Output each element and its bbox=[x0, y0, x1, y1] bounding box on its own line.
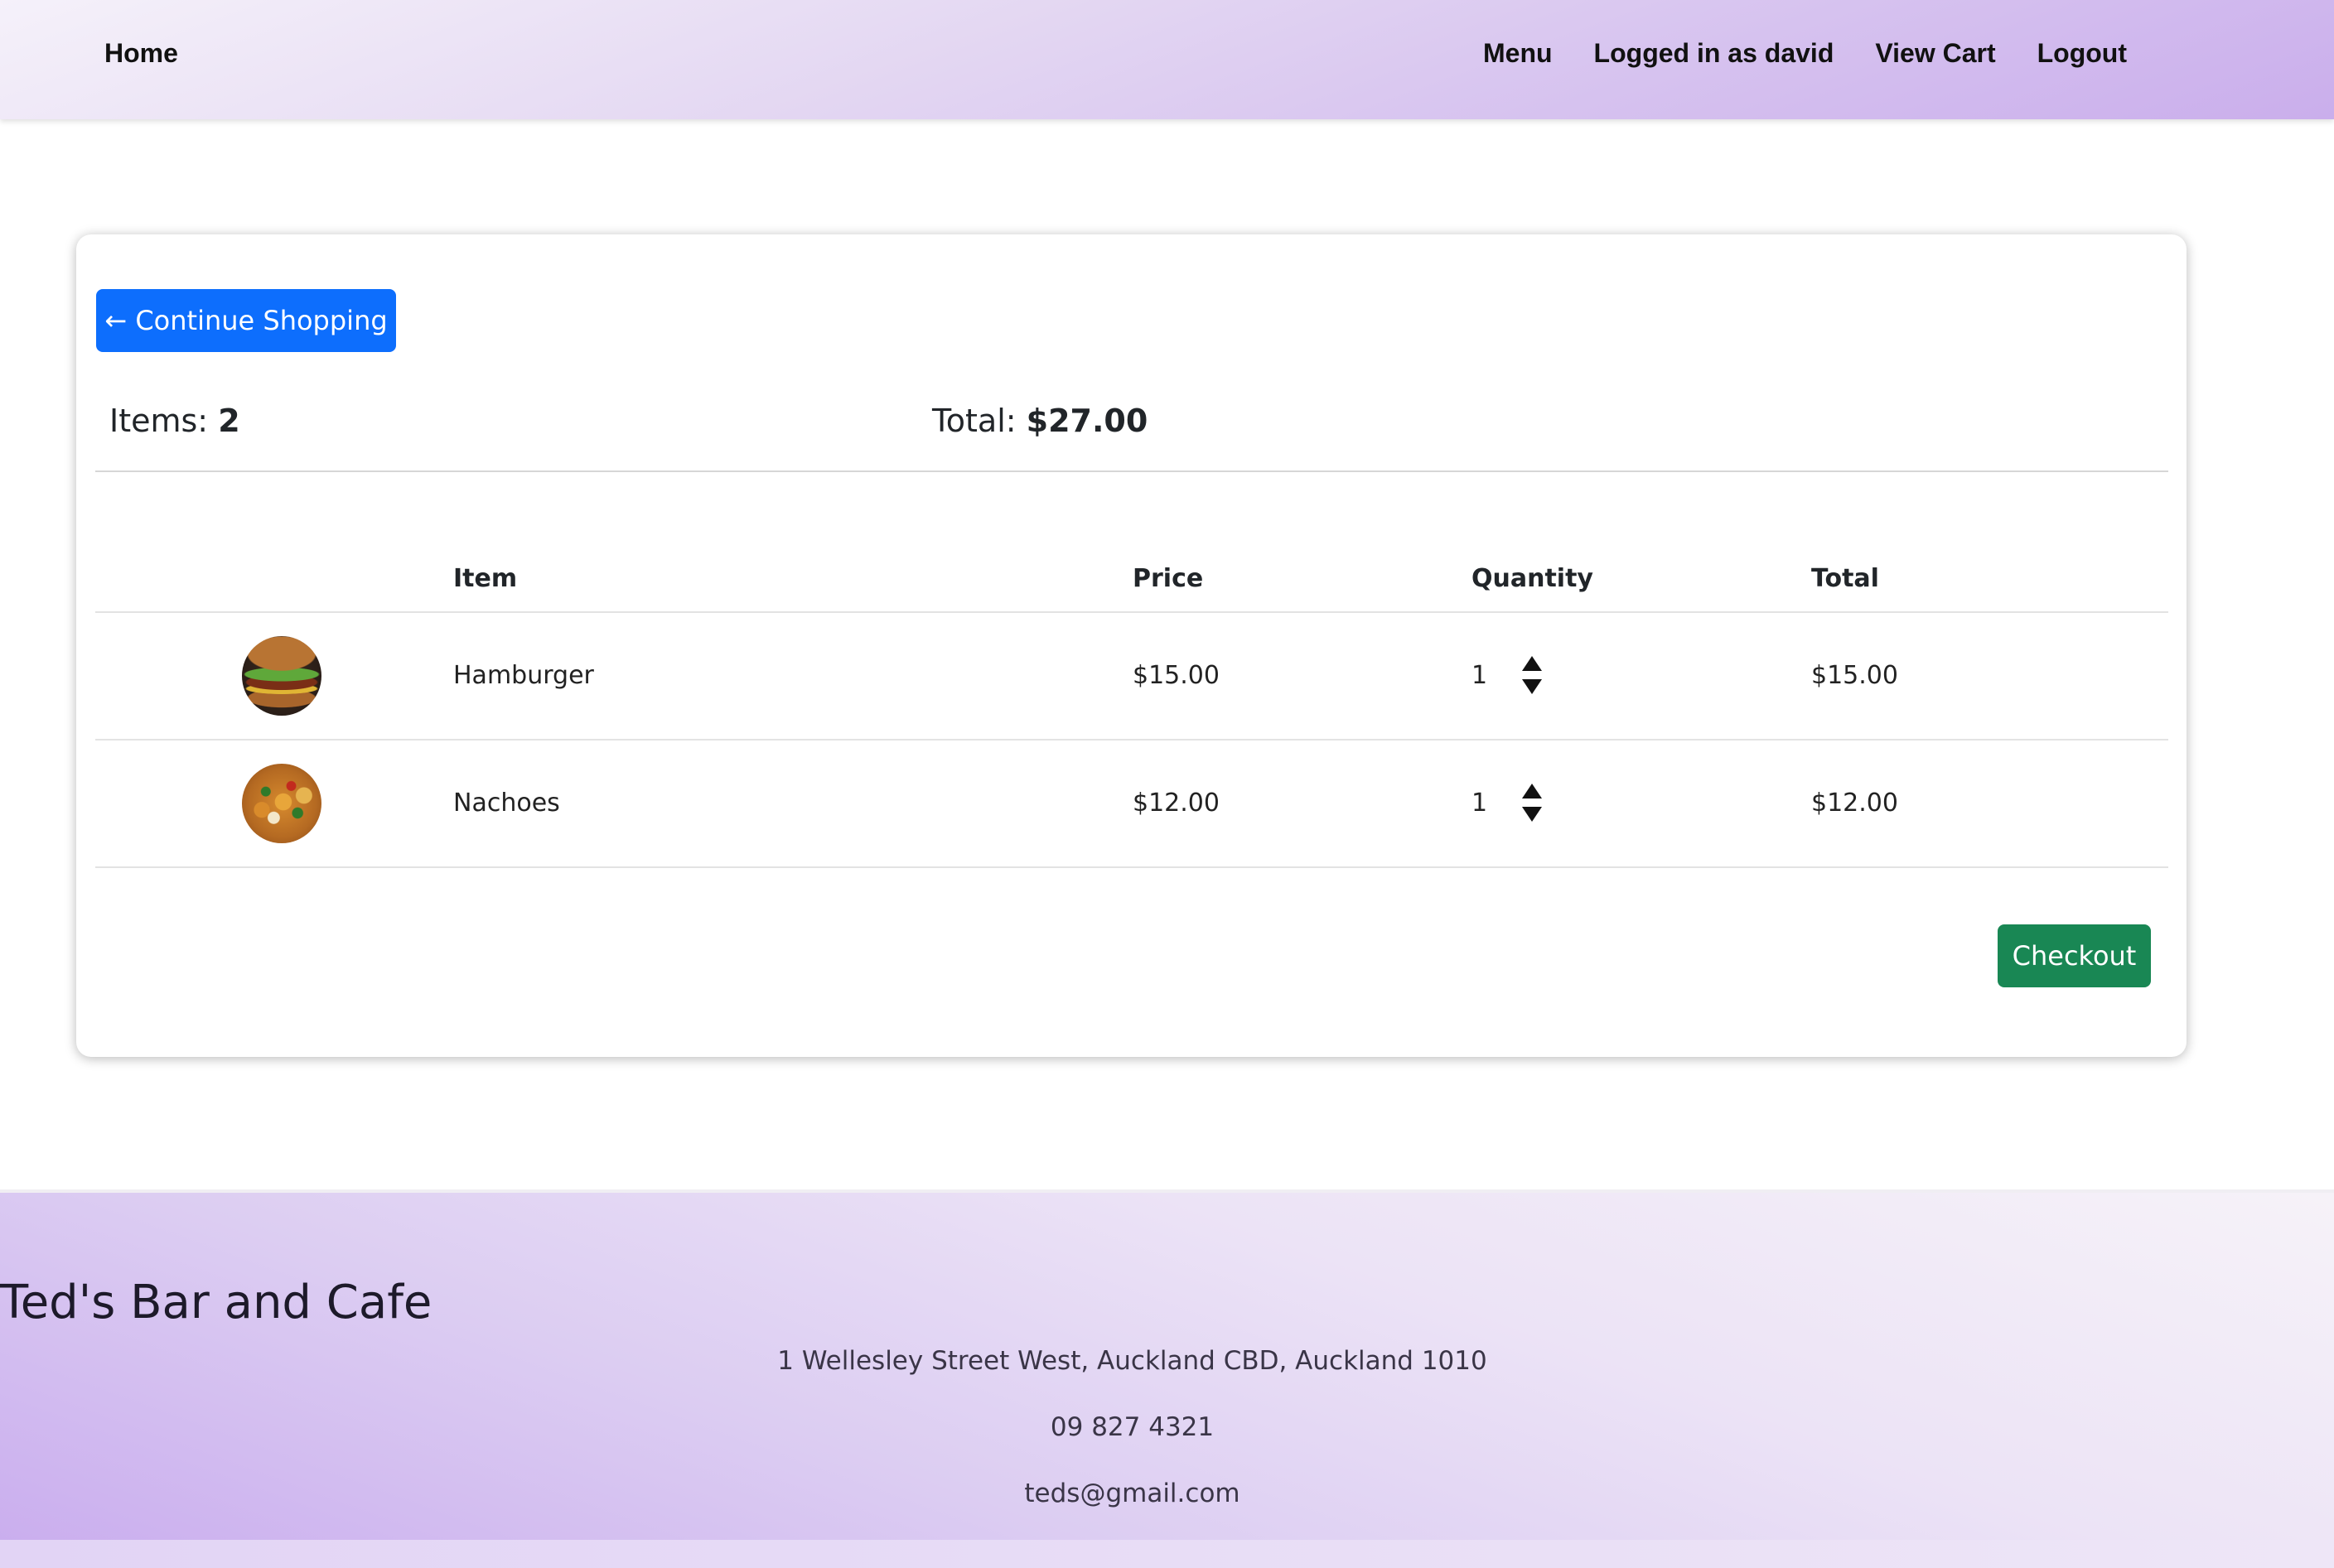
total-label: Total: bbox=[932, 403, 1027, 439]
quantity-stepper[interactable]: 1 bbox=[1471, 782, 1563, 825]
increment-arrow-icon[interactable] bbox=[1522, 656, 1542, 671]
total-value: $27.00 bbox=[1026, 403, 1148, 439]
footer-address: 1 Wellesley Street West, Auckland CBD, A… bbox=[777, 1346, 1487, 1376]
top-navbar: Home Menu Logged in as david View Cart L… bbox=[0, 0, 2334, 119]
quantity-spinner[interactable] bbox=[1520, 656, 1544, 696]
decrement-arrow-icon[interactable] bbox=[1522, 807, 1542, 822]
cart-card: ← Continue Shopping Items: 2 Total: $27.… bbox=[76, 234, 2187, 1057]
hamburger-image bbox=[242, 636, 321, 716]
nav-user-link[interactable]: Logged in as david bbox=[1594, 35, 1834, 71]
total-summary: Total: $27.00 bbox=[932, 400, 1148, 441]
footer-base-strip bbox=[0, 1540, 2334, 1568]
increment-arrow-icon[interactable] bbox=[1522, 784, 1542, 798]
nav-home-link[interactable]: Home bbox=[104, 35, 178, 71]
column-header-total: Total bbox=[1811, 564, 1879, 593]
items-count: 2 bbox=[218, 403, 240, 439]
item-price: $12.00 bbox=[1133, 789, 1220, 818]
footer-business-name: Ted's Bar and Cafe bbox=[0, 1276, 432, 1329]
continue-shopping-button[interactable]: ← Continue Shopping bbox=[96, 289, 396, 352]
quantity-value: 1 bbox=[1471, 661, 1488, 690]
site-footer: Ted's Bar and Cafe 1 Wellesley Street We… bbox=[0, 1189, 2334, 1568]
quantity-value: 1 bbox=[1471, 789, 1488, 818]
nav-logout-link[interactable]: Logout bbox=[2037, 35, 2127, 71]
nachos-image bbox=[242, 764, 321, 843]
items-summary: Items: 2 bbox=[109, 400, 240, 441]
row-divider bbox=[95, 866, 2168, 868]
summary-divider bbox=[95, 470, 2168, 472]
quantity-spinner[interactable] bbox=[1520, 784, 1544, 823]
nav-view-cart-link[interactable]: View Cart bbox=[1875, 35, 1995, 71]
table-row: Nachoes $12.00 1 $12.00 bbox=[95, 741, 2168, 866]
nav-menu-link[interactable]: Menu bbox=[1483, 35, 1553, 71]
column-header-quantity: Quantity bbox=[1471, 564, 1593, 593]
column-header-price: Price bbox=[1133, 564, 1204, 593]
footer-email: teds@gmail.com bbox=[1024, 1479, 1240, 1508]
table-row: Hamburger $15.00 1 $15.00 bbox=[95, 613, 2168, 739]
item-name: Hamburger bbox=[453, 661, 594, 690]
nav-right-group: Menu Logged in as david View Cart Logout bbox=[1483, 35, 2127, 71]
quantity-stepper[interactable]: 1 bbox=[1471, 654, 1563, 697]
column-header-item: Item bbox=[453, 564, 518, 593]
decrement-arrow-icon[interactable] bbox=[1522, 679, 1542, 694]
item-total: $15.00 bbox=[1811, 661, 1898, 690]
item-price: $15.00 bbox=[1133, 661, 1220, 690]
item-name: Nachoes bbox=[453, 789, 560, 818]
footer-phone: 09 827 4321 bbox=[1050, 1412, 1215, 1442]
item-total: $12.00 bbox=[1811, 789, 1898, 818]
checkout-button[interactable]: Checkout bbox=[1998, 924, 2151, 987]
items-label: Items: bbox=[109, 403, 219, 439]
